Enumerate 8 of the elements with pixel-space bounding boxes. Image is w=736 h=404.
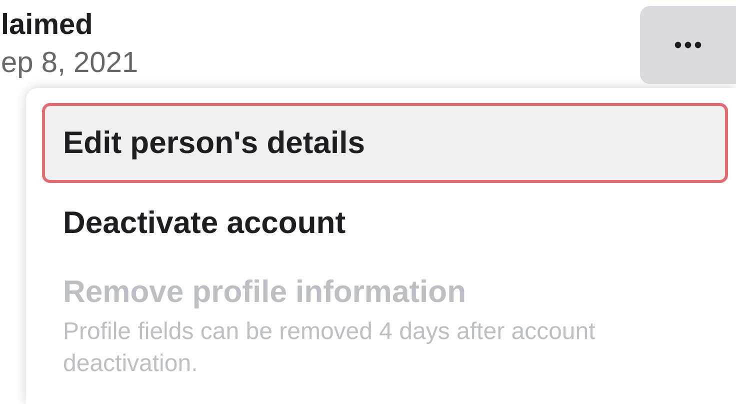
menu-item-description: Profile fields can be removed 4 days after account deactivation. bbox=[63, 317, 596, 379]
menu-item[interactable]: Edit person's details bbox=[42, 103, 728, 183]
more-button[interactable] bbox=[640, 6, 736, 84]
menu-item[interactable]: Deactivate account bbox=[42, 183, 728, 263]
date-label: ep 8, 2021 bbox=[1, 46, 138, 81]
menu-item: Remove profile information Profile fields can be removed 4 days after account deactivation. bbox=[42, 263, 728, 383]
more-icon bbox=[674, 41, 702, 49]
status-label: laimed bbox=[1, 8, 94, 43]
